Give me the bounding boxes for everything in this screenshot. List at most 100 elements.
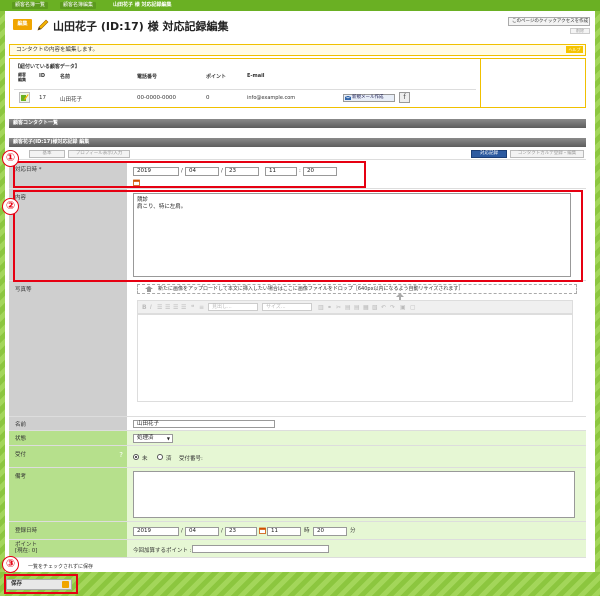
breadcrumb: 顧客名簿一覧 顧客名簿編集 山田花子 様 対応記録編集 xyxy=(0,0,600,11)
reception-radio-done[interactable] xyxy=(157,454,163,460)
status-label: 状態 xyxy=(9,431,127,445)
section-bar-contact-list[interactable]: 顧客コンタクト一覧 xyxy=(9,119,586,128)
list-icon[interactable]: ☰ xyxy=(157,304,162,311)
reg-label: 登録日時 xyxy=(9,522,127,539)
reg-year-input[interactable]: 2019 xyxy=(133,527,179,536)
col-header-edit: 顧客 編集 xyxy=(18,72,26,82)
link-icon[interactable]: ⚭ xyxy=(327,304,332,311)
upload-icon[interactable] xyxy=(395,293,405,300)
row-photo: 写真等 新たに画像をアップロードして本文に挿入したい場合はここに画像ファイルをド… xyxy=(9,281,586,417)
page-header: 編集 山田花子 (ID:17) 様 対応記録編集 このページのクイックアクセスを… xyxy=(5,11,595,37)
contact-category-button[interactable]: コンタクトカルテ登録・編集 xyxy=(510,150,584,158)
points-add-label: 今回加算するポイント : xyxy=(133,548,192,554)
points-add-input[interactable] xyxy=(192,545,329,553)
col-header-points: ポイント xyxy=(206,74,227,80)
quick-access-button[interactable]: このページのクイックアクセスを作成 xyxy=(508,17,590,26)
reception-radio-pending[interactable] xyxy=(133,454,139,460)
source-icon[interactable]: ▣ xyxy=(400,304,406,311)
photo-value: 新たに画像をアップロードして本文に挿入したい場合はここに画像ファイルをドロップ［… xyxy=(127,281,586,416)
date-sep: / xyxy=(221,528,223,534)
frame-right xyxy=(595,11,600,577)
points-label: ポイント [現在: 0] xyxy=(9,540,127,557)
section-bar-edit-label: 顧客花子(ID:17)様対応記録 編集 xyxy=(13,139,90,145)
customer-name: 山田花子 xyxy=(60,97,83,103)
edit-customer-icon[interactable] xyxy=(19,92,30,103)
undo-icon[interactable]: ↶ xyxy=(381,304,386,311)
redo-icon[interactable]: ↷ xyxy=(390,304,395,311)
fullscreen-icon[interactable]: ▢ xyxy=(410,304,416,311)
quote-icon[interactable]: ❝ xyxy=(191,304,194,311)
footer-note: 一覧をチェックされずに保存 xyxy=(28,564,94,570)
reception-label: 受付 ? xyxy=(9,446,127,467)
row-registered: 登録日時 2019 / 04 / 23 11 時 20 分 xyxy=(9,522,586,540)
record-tab[interactable]: 対応記録 xyxy=(471,150,507,158)
pencil-icon xyxy=(37,19,49,31)
marker-2: ② xyxy=(2,198,19,215)
photo-label: 写真等 xyxy=(9,281,127,416)
frame-bottom xyxy=(0,572,600,596)
image-dropzone[interactable]: 新たに画像をアップロードして本文に挿入したい場合はここに画像ファイルをドロップ［… xyxy=(137,284,577,294)
reception-opt-pending-label: 未 xyxy=(142,456,148,462)
table-icon[interactable]: ▦ xyxy=(363,304,369,311)
section-bar-edit: 顧客花子(ID:17)様対応記録 編集 xyxy=(9,138,586,147)
basic-tab[interactable]: 基本 xyxy=(29,150,65,158)
note-textarea[interactable] xyxy=(133,471,575,518)
info-box: コンタクトの内容を編集します。 ヘルプ xyxy=(9,44,586,56)
customer-phone: 00-0000-0000 xyxy=(137,95,176,101)
linked-title: 【紐付いている顧客データ】 xyxy=(15,64,80,70)
reception-value: 未 済 受付番号: xyxy=(127,446,586,467)
help-icon[interactable]: ? xyxy=(119,451,123,459)
customer-id: 17 xyxy=(39,95,46,101)
reg-hour-unit: 時 xyxy=(304,528,310,534)
marker-3: ③ xyxy=(2,556,19,573)
reg-minute-input[interactable]: 20 xyxy=(313,527,347,536)
align-icon[interactable]: ≡ xyxy=(199,304,204,311)
italic-icon[interactable]: I xyxy=(150,304,152,311)
bold-icon[interactable]: B xyxy=(142,304,147,311)
facebook-icon[interactable]: f xyxy=(399,92,410,103)
help-button[interactable]: ヘルプ xyxy=(566,46,583,53)
name-value: 山田花子 xyxy=(127,417,586,430)
section-bar-contact-list-label: 顧客コンタクト一覧 xyxy=(13,120,59,126)
page-title: 山田花子 (ID:17) 様 対応記録編集 xyxy=(53,20,229,33)
rich-text-editor[interactable] xyxy=(137,314,573,402)
new-mail-button[interactable]: 新規メール作成 xyxy=(343,94,395,102)
reg-day-input[interactable]: 23 xyxy=(225,527,257,536)
calendar-icon[interactable] xyxy=(259,527,266,534)
list-numbered-icon[interactable]: ☰ xyxy=(165,304,170,311)
indent-icon[interactable]: ☰ xyxy=(173,304,178,311)
customer-points: 0 xyxy=(206,95,210,101)
edit-tag: 編集 xyxy=(13,19,32,30)
reg-month-input[interactable]: 04 xyxy=(185,527,219,536)
profile-tab[interactable]: プロフィール表示/入力 xyxy=(68,150,130,158)
size-select[interactable]: サイズ... xyxy=(262,303,312,311)
status-select[interactable]: 処理済 ▼ xyxy=(133,434,173,443)
delete-button[interactable]: 削除 xyxy=(570,28,590,34)
breadcrumb-item-customer-list[interactable]: 顧客名簿一覧 xyxy=(12,2,49,9)
box-divider xyxy=(480,59,481,107)
chevron-down-icon: ▼ xyxy=(166,436,170,441)
copy-icon[interactable]: ▤ xyxy=(345,304,351,311)
name-input[interactable]: 山田花子 xyxy=(133,420,275,428)
quick-access-label: このページのクイックアクセスを作成 xyxy=(512,19,589,24)
drop-arrow-icon xyxy=(145,286,153,292)
breadcrumb-item-customer-edit[interactable]: 顧客名簿編集 xyxy=(60,2,97,9)
image-icon[interactable]: ▧ xyxy=(372,304,378,311)
frame-left xyxy=(0,11,5,577)
new-mail-label: 新規メール作成 xyxy=(352,95,384,100)
reg-hour-input[interactable]: 11 xyxy=(267,527,301,536)
mail-icon xyxy=(345,96,351,100)
highlight-box-1 xyxy=(13,161,366,188)
row-note: 備考 xyxy=(9,468,586,522)
heading-select[interactable]: 見出し... xyxy=(208,303,258,311)
outdent-icon[interactable]: ☰ xyxy=(181,304,186,311)
info-text: コンタクトの内容を編集します。 xyxy=(16,47,98,53)
date-sep: / xyxy=(181,528,183,534)
customer-email: info@example.com xyxy=(247,95,296,101)
row-points: ポイント [現在: 0] 今回加算するポイント : xyxy=(9,540,586,558)
unlink-icon[interactable]: ✂ xyxy=(336,304,341,311)
row-status: 状態 処理済 ▼ xyxy=(9,431,586,446)
format-icon[interactable]: ▥ xyxy=(318,304,324,311)
paste-icon[interactable]: ▤ xyxy=(354,304,360,311)
reg-value: 2019 / 04 / 23 11 時 20 分 xyxy=(127,522,586,539)
